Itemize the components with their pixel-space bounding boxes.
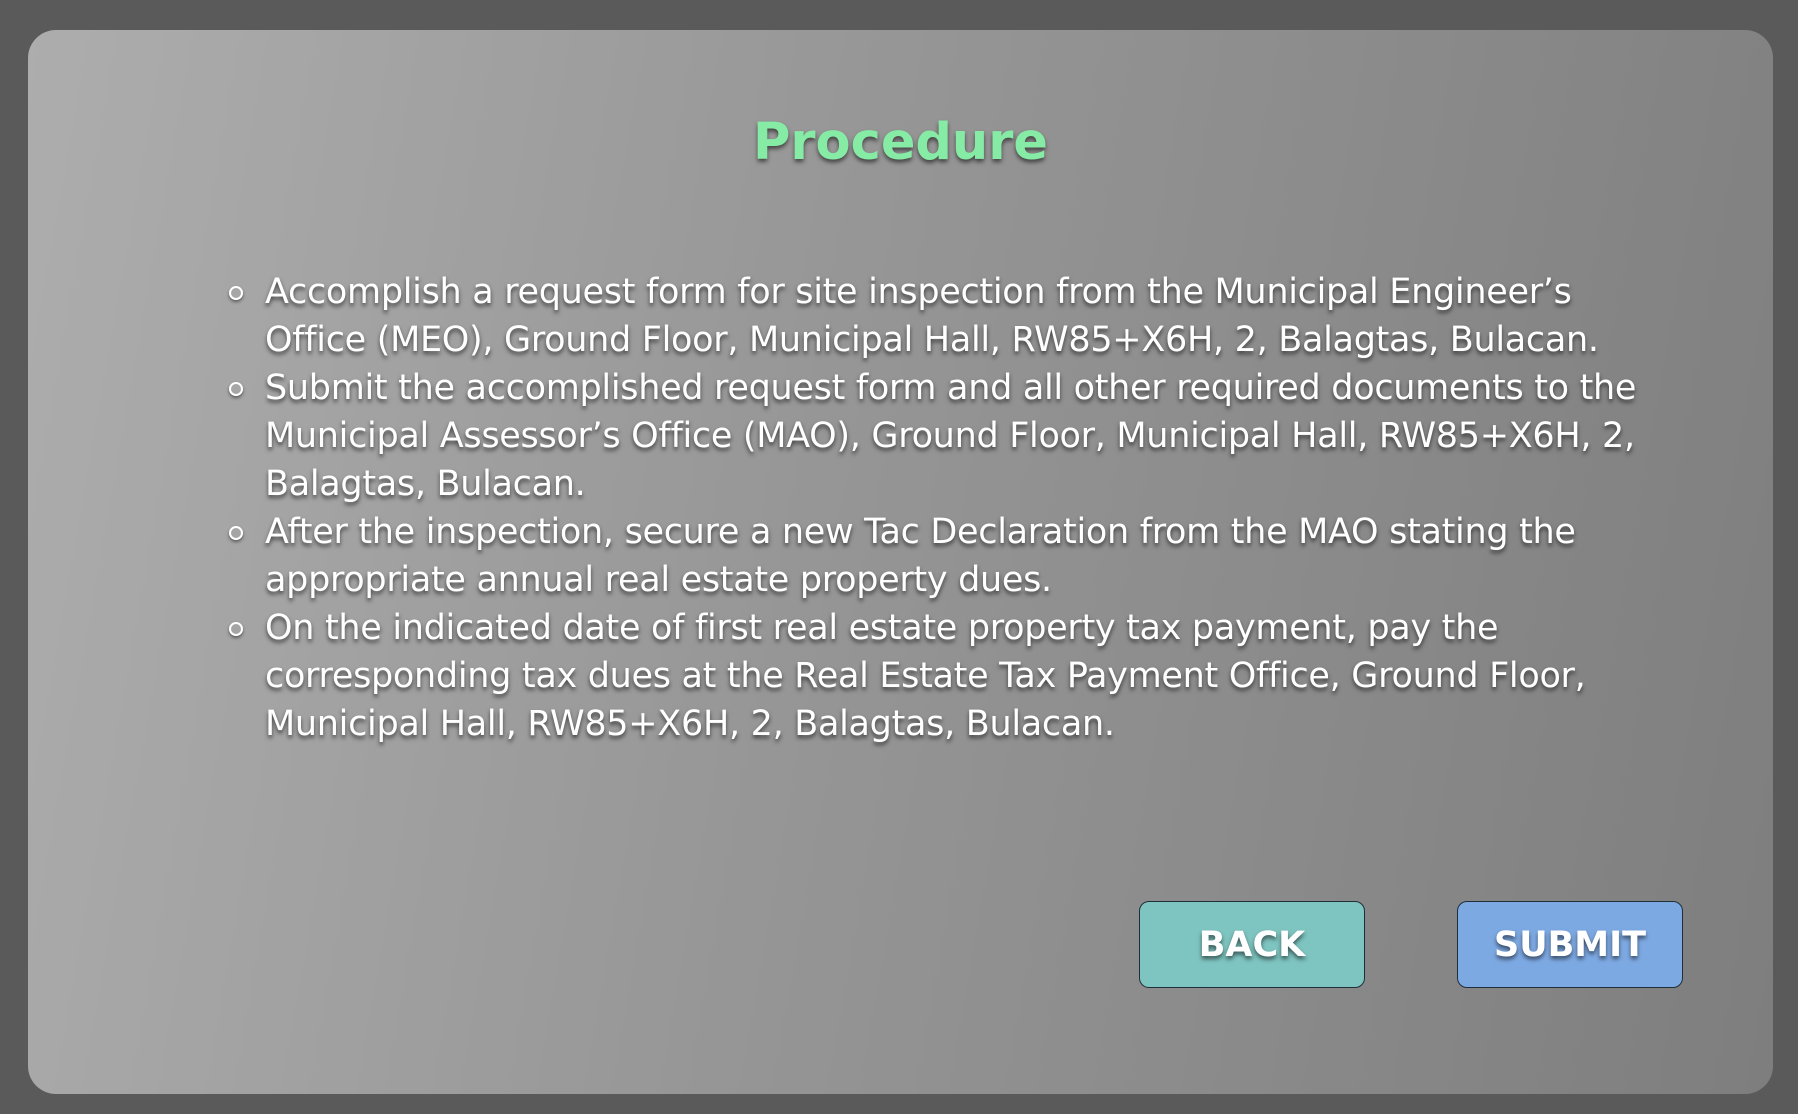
step-text: After the inspection, secure a new Tac D… [265, 512, 1576, 600]
step-text: Submit the accomplished request form and… [265, 368, 1637, 504]
bullet-icon [229, 382, 243, 396]
procedure-steps-list: Accomplish a request form for site inspe… [223, 268, 1645, 748]
list-item: Submit the accomplished request form and… [229, 364, 1645, 508]
step-text: Accomplish a request form for site inspe… [265, 272, 1599, 360]
bullet-icon [229, 286, 243, 300]
step-text: On the indicated date of first real esta… [265, 608, 1586, 744]
list-item: On the indicated date of first real esta… [229, 604, 1645, 748]
back-button[interactable]: BACK [1139, 901, 1365, 988]
submit-button[interactable]: SUBMIT [1457, 901, 1683, 988]
bullet-icon [229, 526, 243, 540]
bullet-icon [229, 622, 243, 636]
procedure-panel: Procedure Accomplish a request form for … [28, 30, 1773, 1094]
page-title: Procedure [753, 113, 1048, 172]
list-item: Accomplish a request form for site inspe… [229, 268, 1645, 364]
list-item: After the inspection, secure a new Tac D… [229, 508, 1645, 604]
